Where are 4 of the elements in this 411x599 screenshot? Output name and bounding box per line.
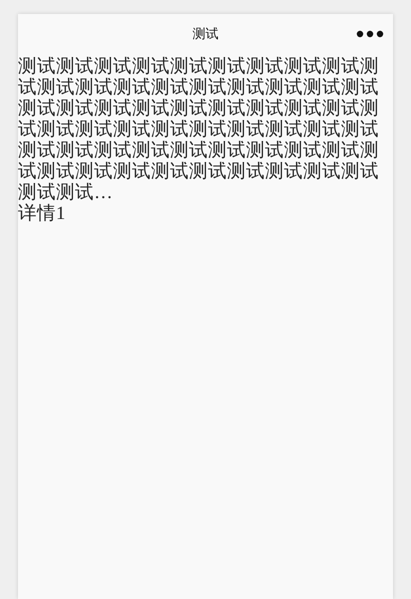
detail-text: 详情1 [18,203,66,224]
page-title: 测试 [192,26,218,44]
test-paragraph: 测试测试测试测试测试测试测试测试测试测试测试测试测试测试测试测试测试测试测试测试测试测试测试测试测试测试测试测试测试测试测试测试测试测试测试测试测试测试测试测试测试测试测试测试测试测试测试测试测试测试测试测试测试测试测试测试测试测试测试… [18,56,380,203]
more-icon[interactable] [356,30,384,38]
